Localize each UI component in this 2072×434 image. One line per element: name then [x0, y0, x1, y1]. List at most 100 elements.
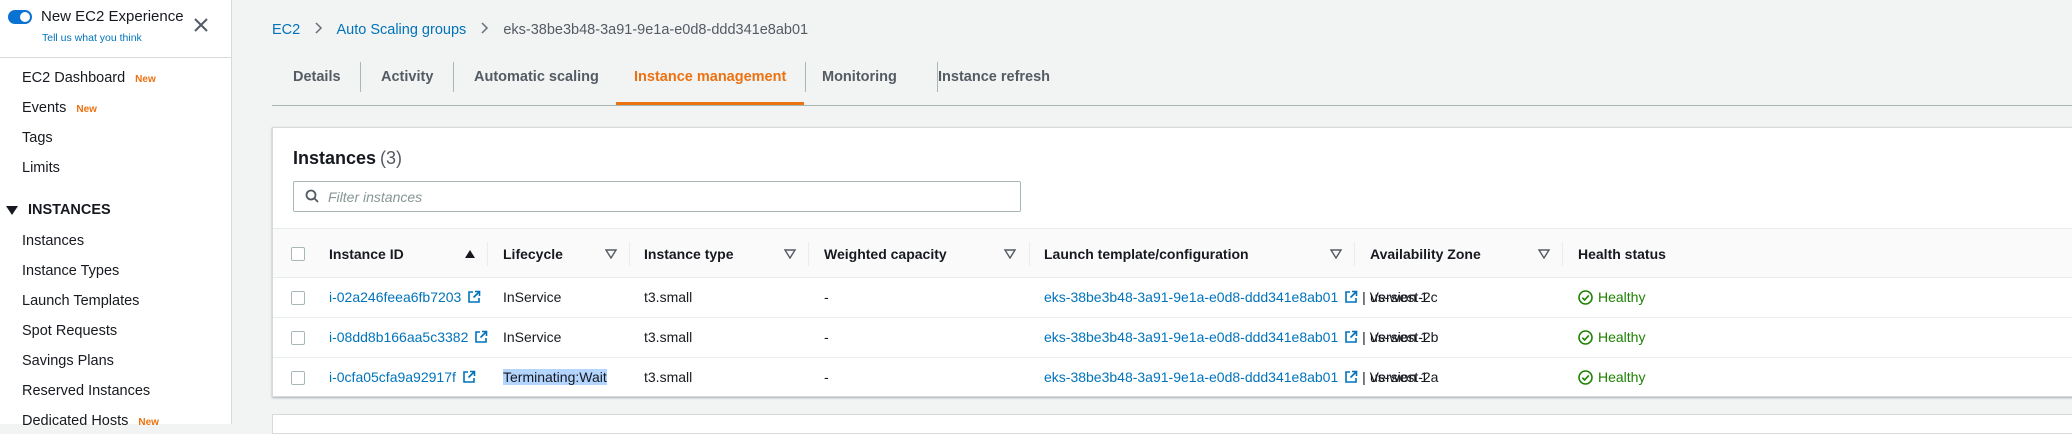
sidebar-item-ec2-dashboard[interactable]: EC2 Dashboard New — [22, 70, 156, 86]
column-header-launch-template[interactable]: Launch template/configuration — [1044, 229, 1249, 279]
instances-panel: Instances(3) Instance ID Lifecycle Insta… — [272, 127, 2072, 397]
caret-down-icon — [6, 205, 18, 215]
instance-type-cell: t3.small — [644, 369, 693, 385]
sidebar-item-instances[interactable]: Instances — [22, 233, 84, 249]
external-link-icon — [468, 290, 481, 303]
row-checkbox[interactable] — [291, 331, 305, 345]
instance-id-text: i-08dd8b166aa5c3382 — [329, 329, 469, 345]
column-divider — [1029, 242, 1030, 266]
sort-icon[interactable] — [1538, 249, 1550, 259]
column-header-instance-id[interactable]: Instance ID — [329, 229, 404, 279]
launch-template-link[interactable]: eks-38be3b48-3a91-9e1a-e0d8-ddd341e8ab01 — [1044, 289, 1358, 305]
sidebar-section-instances[interactable]: INSTANCES — [6, 202, 111, 218]
launch-template-link[interactable]: eks-38be3b48-3a91-9e1a-e0d8-ddd341e8ab01 — [1044, 369, 1358, 385]
launch-template-text: eks-38be3b48-3a91-9e1a-e0d8-ddd341e8ab01 — [1044, 329, 1339, 345]
health-status-cell: Healthy — [1578, 329, 1645, 345]
column-header-instance-type[interactable]: Instance type — [644, 229, 733, 279]
column-divider — [1354, 242, 1355, 266]
instance-id-link[interactable]: i-0cfa05cfa9a92917f — [329, 369, 476, 385]
tab-automatic-scaling[interactable]: Automatic scaling — [474, 58, 599, 106]
row-checkbox[interactable] — [291, 371, 305, 385]
breadcrumb-ec2[interactable]: EC2 — [272, 22, 300, 38]
lifecycle-cell: InService — [503, 329, 562, 345]
launch-template-text: eks-38be3b48-3a91-9e1a-e0d8-ddd341e8ab01 — [1044, 369, 1339, 385]
tab-instance-management[interactable]: Instance management — [615, 58, 805, 106]
lifecycle-cell: Terminating:Wait — [503, 369, 607, 385]
column-divider — [808, 242, 809, 266]
table-row[interactable]: i-02a246feea6fb7203 InService t3.small -… — [273, 278, 2072, 318]
column-divider — [487, 242, 488, 266]
new-badge: New — [135, 74, 156, 85]
instance-type-cell: t3.small — [644, 329, 693, 345]
chevron-right-icon — [480, 22, 489, 38]
sidebar-item-dedicated-hosts[interactable]: Dedicated Hosts New — [22, 413, 159, 429]
panel-title: Instances (3) — [293, 148, 402, 169]
sort-ascending-icon[interactable] — [464, 249, 476, 259]
row-checkbox[interactable] — [291, 291, 305, 305]
external-link-icon — [1345, 370, 1358, 383]
external-link-icon — [463, 370, 476, 383]
tab-instance-refresh[interactable]: Instance refresh — [938, 58, 1050, 106]
check-circle-icon — [1578, 370, 1593, 385]
tab-monitoring[interactable]: Monitoring — [822, 58, 897, 106]
sidebar-item-tags[interactable]: Tags — [22, 130, 53, 146]
launch-template-text: eks-38be3b48-3a91-9e1a-e0d8-ddd341e8ab01 — [1044, 289, 1339, 305]
external-link-icon — [1345, 290, 1358, 303]
external-link-icon — [475, 330, 488, 343]
sidebar-item-spot-requests[interactable]: Spot Requests — [22, 323, 117, 339]
select-all-checkbox[interactable] — [291, 247, 305, 261]
sidebar-item-events[interactable]: Events New — [22, 100, 97, 116]
instance-id-link[interactable]: i-08dd8b166aa5c3382 — [329, 329, 488, 345]
sort-icon[interactable] — [784, 249, 796, 259]
new-experience-title: New EC2 Experience — [41, 8, 184, 25]
new-badge: New — [138, 417, 159, 428]
close-icon[interactable] — [190, 14, 212, 36]
table-row[interactable]: i-08dd8b166aa5c3382 InService t3.small -… — [273, 318, 2072, 358]
panel-title-text: Instances — [293, 148, 377, 168]
column-header-weighted-capacity[interactable]: Weighted capacity — [824, 229, 947, 279]
sort-icon[interactable] — [1004, 249, 1016, 259]
tab-bar: Details Activity Automatic scaling Insta… — [272, 58, 2072, 106]
tab-details[interactable]: Details — [293, 58, 341, 106]
sort-icon[interactable] — [1330, 249, 1342, 259]
chevron-right-icon — [314, 22, 323, 38]
sort-icon[interactable] — [605, 249, 617, 259]
column-header-lifecycle[interactable]: Lifecycle — [503, 229, 563, 279]
breadcrumb: EC2 Auto Scaling groups eks-38be3b48-3a9… — [272, 22, 808, 38]
breadcrumb-auto-scaling-groups[interactable]: Auto Scaling groups — [336, 22, 466, 38]
weighted-capacity-cell: - — [824, 289, 829, 305]
search-icon — [305, 189, 319, 203]
next-panel — [272, 414, 2072, 434]
filter-box — [293, 181, 1021, 212]
tab-divider — [360, 62, 361, 92]
filter-instances-input[interactable] — [328, 185, 1008, 209]
table-row[interactable]: i-0cfa05cfa9a92917f Terminating:Wait t3.… — [273, 358, 2072, 398]
column-header-availability-zone[interactable]: Availability Zone — [1370, 229, 1481, 279]
sidebar-item-instance-types[interactable]: Instance Types — [22, 263, 119, 279]
sidebar-item-launch-templates[interactable]: Launch Templates — [22, 293, 139, 309]
health-status-text: Healthy — [1598, 329, 1646, 345]
instance-id-text: i-0cfa05cfa9a92917f — [329, 369, 456, 385]
health-status-text: Healthy — [1598, 369, 1646, 385]
feedback-link[interactable]: Tell us what you think — [42, 32, 142, 44]
column-header-health-status[interactable]: Health status — [1578, 229, 1666, 279]
sidebar-item-label: Events — [22, 100, 67, 116]
instance-type-cell: t3.small — [644, 289, 693, 305]
sidebar-item-limits[interactable]: Limits — [22, 160, 60, 176]
tab-divider — [453, 62, 454, 92]
instance-id-text: i-02a246feea6fb7203 — [329, 289, 462, 305]
health-status-text: Healthy — [1598, 289, 1646, 305]
check-circle-icon — [1578, 330, 1593, 345]
new-experience-banner: New EC2 Experience Tell us what you thin… — [0, 0, 231, 58]
sidebar-item-reserved-instances[interactable]: Reserved Instances — [22, 383, 150, 399]
new-experience-toggle[interactable] — [8, 10, 32, 24]
weighted-capacity-cell: - — [824, 369, 829, 385]
tab-activity[interactable]: Activity — [381, 58, 433, 106]
sidebar-item-savings-plans[interactable]: Savings Plans — [22, 353, 114, 369]
selected-text: Terminating:Wait — [503, 369, 607, 385]
column-divider — [629, 242, 630, 266]
launch-template-link[interactable]: eks-38be3b48-3a91-9e1a-e0d8-ddd341e8ab01 — [1044, 329, 1358, 345]
instance-id-link[interactable]: i-02a246feea6fb7203 — [329, 289, 481, 305]
new-badge: New — [76, 104, 97, 115]
tab-divider — [805, 62, 806, 92]
